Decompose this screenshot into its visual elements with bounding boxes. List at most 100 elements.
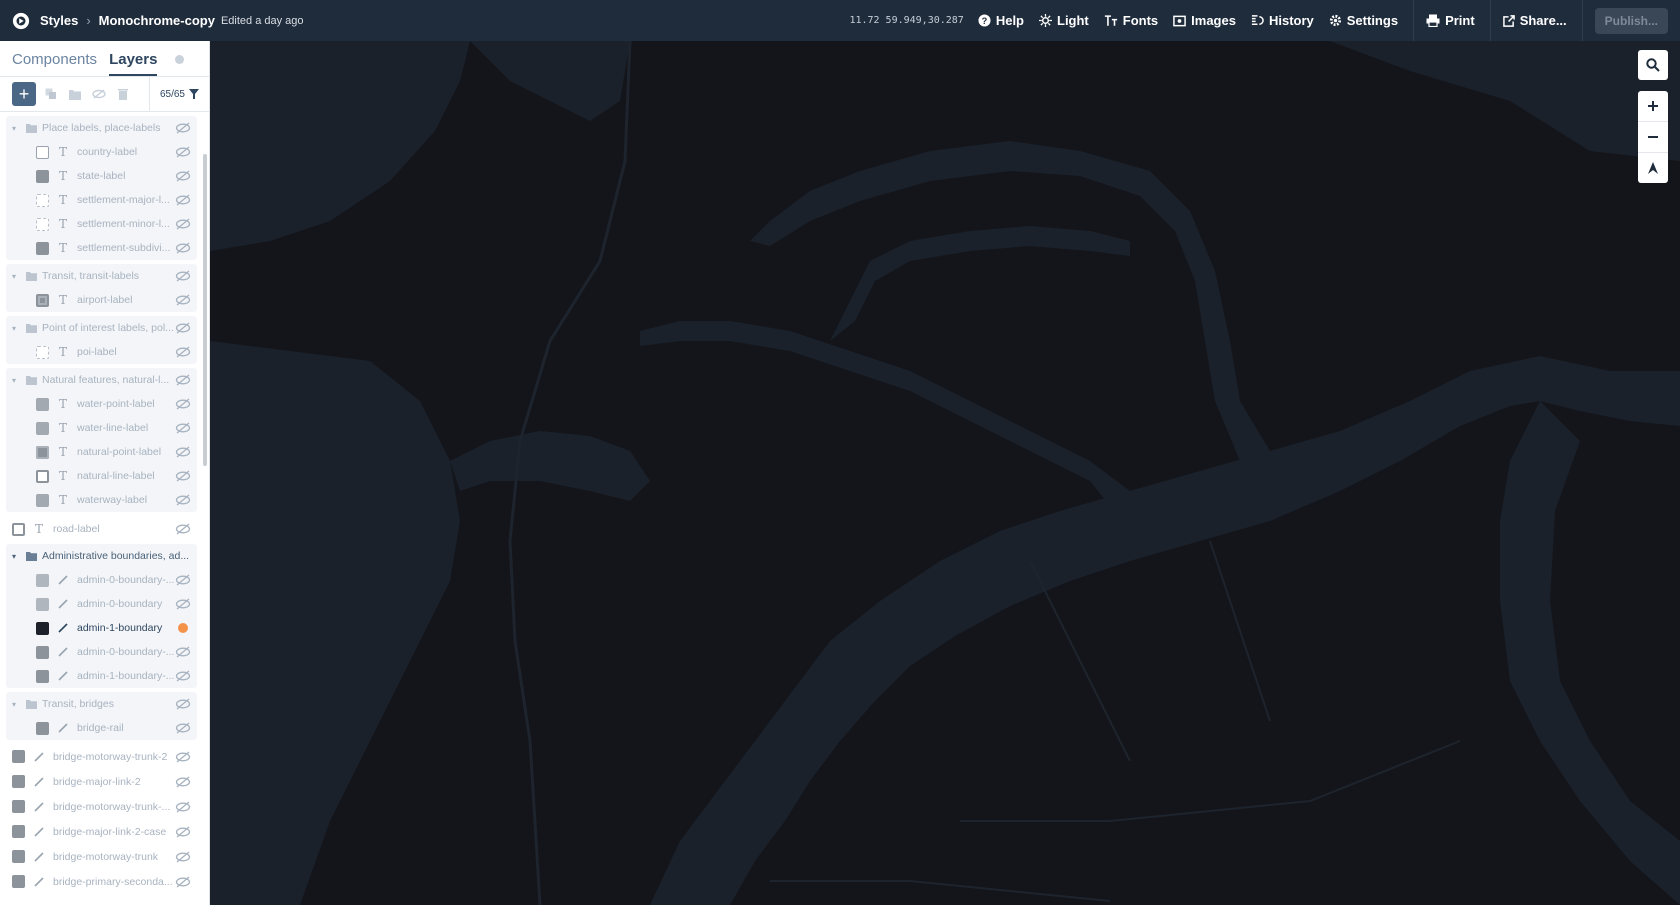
map-canvas[interactable]: [210, 41, 1680, 905]
visibility-eye-icon[interactable]: [175, 670, 191, 682]
visibility-eye-icon[interactable]: [175, 751, 191, 763]
collapse-caret-icon[interactable]: ▾: [12, 700, 22, 709]
layer-item[interactable]: Twaterway-label: [6, 488, 197, 512]
collapse-caret-icon[interactable]: ▾: [12, 376, 22, 385]
layer-item[interactable]: bridge-motorway-trunk-...: [0, 794, 197, 819]
group-folder-icon[interactable]: [66, 85, 84, 103]
add-layer-button[interactable]: +: [12, 82, 36, 106]
visibility-eye-icon[interactable]: [175, 270, 191, 282]
visibility-eye-icon[interactable]: [175, 422, 191, 434]
layer-item[interactable]: Twater-line-label: [6, 416, 197, 440]
layer-count[interactable]: 65/65: [148, 77, 199, 111]
visibility-eye-icon[interactable]: [175, 598, 191, 610]
minus-icon: [1648, 136, 1658, 138]
layer-item[interactable]: admin-1-boundary-...: [6, 664, 197, 688]
help-button[interactable]: ? Help: [978, 13, 1024, 28]
visibility-eye-icon[interactable]: [175, 722, 191, 734]
layer-item[interactable]: bridge-major-link-2: [0, 769, 197, 794]
visibility-eye-icon[interactable]: [175, 446, 191, 458]
layer-group-header[interactable]: ▾ Natural features, natural-l...: [6, 368, 197, 392]
layer-group-header[interactable]: ▾ Place labels, place-labels: [6, 116, 197, 140]
images-button[interactable]: Images: [1173, 13, 1236, 28]
visibility-eye-icon[interactable]: [175, 170, 191, 182]
visibility-eye-icon[interactable]: [175, 801, 191, 813]
collapse-caret-icon[interactable]: ▾: [12, 124, 22, 133]
layer-item[interactable]: bridge-primary-seconda...: [0, 869, 197, 894]
layer-group-header[interactable]: ▾ Transit, transit-labels: [6, 264, 197, 288]
layer-item[interactable]: Twater-point-label: [6, 392, 197, 416]
visibility-eye-icon[interactable]: [175, 470, 191, 482]
light-button[interactable]: Light: [1039, 13, 1089, 28]
layer-item[interactable]: Tstate-label: [6, 164, 197, 188]
visibility-eye-icon[interactable]: [175, 374, 191, 386]
sidebar-scrollbar[interactable]: [203, 154, 207, 466]
fonts-button[interactable]: Fonts: [1104, 13, 1158, 28]
visibility-eye-icon[interactable]: [175, 194, 191, 206]
layer-item[interactable]: admin-0-boundary-...: [6, 568, 197, 592]
style-name[interactable]: Monochrome-copy: [99, 13, 215, 28]
hide-eye-icon[interactable]: [90, 85, 108, 103]
layer-item[interactable]: admin-0-boundary: [6, 592, 197, 616]
zoom-out-button[interactable]: [1638, 122, 1668, 153]
layer-item[interactable]: bridge-rail: [6, 716, 197, 740]
layer-item[interactable]: Tpoi-label: [6, 340, 197, 364]
layer-item-selected[interactable]: admin-1-boundary: [6, 616, 197, 640]
layer-item[interactable]: Tnatural-line-label: [6, 464, 197, 488]
share-button[interactable]: Share...: [1502, 13, 1567, 28]
layer-item[interactable]: Tnatural-point-label: [6, 440, 197, 464]
layer-item-road-label[interactable]: T road-label: [0, 516, 197, 542]
tab-layers[interactable]: Layers: [109, 51, 158, 76]
map-search-button[interactable]: [1638, 50, 1668, 80]
trash-icon[interactable]: [114, 85, 132, 103]
layer-swatch: [36, 217, 49, 231]
visibility-eye-icon[interactable]: [175, 218, 191, 230]
visibility-eye-icon[interactable]: [175, 876, 191, 888]
layer-item[interactable]: Tsettlement-subdivi...: [6, 236, 197, 260]
visibility-eye-icon[interactable]: [175, 294, 191, 306]
visibility-eye-icon[interactable]: [175, 646, 191, 658]
settings-button[interactable]: Settings: [1329, 13, 1398, 28]
visibility-eye-icon[interactable]: [175, 826, 191, 838]
mapbox-logo-icon[interactable]: [12, 12, 30, 30]
print-button[interactable]: Print: [1426, 13, 1475, 28]
layer-item[interactable]: Tsettlement-minor-l...: [6, 212, 197, 236]
tab-components[interactable]: Components: [12, 51, 97, 76]
layer-item[interactable]: Tsettlement-major-l...: [6, 188, 197, 212]
layer-item[interactable]: Tairport-label: [6, 288, 197, 312]
visibility-eye-icon[interactable]: [175, 122, 191, 134]
layer-label: poi-label: [77, 346, 117, 358]
visibility-eye-icon[interactable]: [175, 698, 191, 710]
visibility-eye-icon[interactable]: [175, 574, 191, 586]
compass-button[interactable]: [1638, 153, 1668, 183]
visibility-eye-icon[interactable]: [175, 146, 191, 158]
layer-item[interactable]: admin-0-boundary-...: [6, 640, 197, 664]
layer-item[interactable]: bridge-major-link-2-case: [0, 819, 197, 844]
publish-button[interactable]: Publish...: [1594, 7, 1668, 34]
visibility-eye-icon[interactable]: [175, 523, 191, 535]
visibility-eye-icon[interactable]: [175, 398, 191, 410]
visibility-eye-icon[interactable]: [175, 322, 191, 334]
layer-group-header[interactable]: ▾ Point of interest labels, pol...: [6, 316, 197, 340]
history-button[interactable]: History: [1251, 13, 1314, 28]
layer-group-header[interactable]: ▾ Administrative boundaries, ad...: [6, 544, 197, 568]
layer-group-header[interactable]: ▾ Transit, bridges: [6, 692, 197, 716]
zoom-in-button[interactable]: [1638, 91, 1668, 122]
layer-swatch: [36, 397, 49, 411]
layer-item[interactable]: bridge-motorway-trunk: [0, 844, 197, 869]
layer-item[interactable]: bridge-motorway-trunk-2: [0, 744, 197, 769]
visibility-eye-icon[interactable]: [175, 776, 191, 788]
breadcrumb-styles-link[interactable]: Styles: [40, 13, 78, 28]
collapse-caret-icon[interactable]: ▾: [12, 324, 22, 333]
visibility-eye-icon[interactable]: [175, 494, 191, 506]
duplicate-icon[interactable]: [42, 85, 60, 103]
layer-item[interactable]: Tcountry-label: [6, 140, 197, 164]
layer-label: airport-label: [77, 294, 133, 306]
collapse-caret-icon[interactable]: ▾: [12, 272, 22, 281]
layer-swatch: [36, 493, 49, 507]
collapse-caret-icon[interactable]: ▾: [12, 552, 22, 561]
visibility-eye-icon[interactable]: [175, 346, 191, 358]
line-type-icon: [34, 776, 44, 787]
visibility-eye-icon[interactable]: [175, 851, 191, 863]
visibility-eye-icon[interactable]: [175, 242, 191, 254]
light-icon: [1039, 14, 1052, 27]
